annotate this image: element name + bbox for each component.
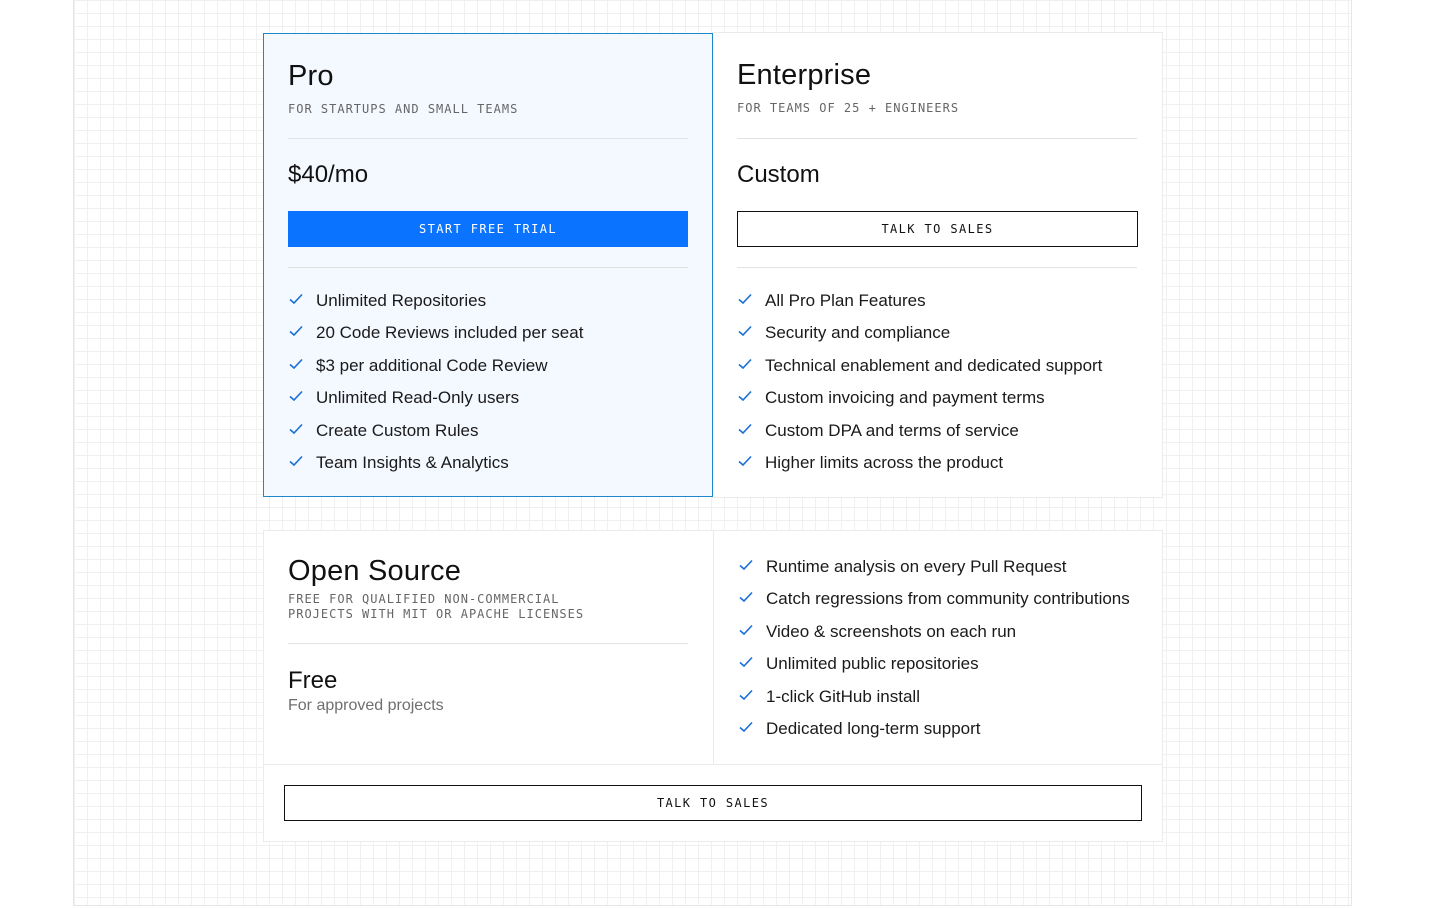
- feature-label: Unlimited Read-Only users: [316, 388, 520, 408]
- enterprise-plan-name: Enterprise: [737, 59, 872, 91]
- feature-item: Unlimited Read-Only users: [288, 388, 583, 420]
- check-icon: [739, 657, 753, 668]
- open-source-talk-to-sales-button[interactable]: TALK TO SALES: [284, 785, 1142, 821]
- feature-item: Unlimited public repositories: [738, 654, 1130, 686]
- feature-item: All Pro Plan Features: [737, 291, 1102, 323]
- pro-plan-card: Pro FOR STARTUPS AND SMALL TEAMS $40/mo …: [263, 33, 713, 497]
- open-source-feature-list: Runtime analysis on every Pull Request C…: [738, 557, 1130, 751]
- check-icon: [738, 293, 752, 305]
- open-source-plan-subtitle-line1: FREE FOR QUALIFIED NON-COMMERCIAL: [288, 592, 560, 606]
- feature-item: Dedicated long-term support: [738, 719, 1130, 751]
- feature-label: Security and compliance: [765, 323, 951, 343]
- feature-label: All Pro Plan Features: [765, 291, 926, 310]
- pro-plan-subtitle: FOR STARTUPS AND SMALL TEAMS: [288, 102, 519, 116]
- check-icon: [739, 689, 753, 700]
- divider: [288, 138, 688, 139]
- open-source-plan-card: Open Source FREE FOR QUALIFIED NON-COMME…: [263, 530, 1163, 842]
- divider: [288, 267, 688, 268]
- divider: [713, 531, 714, 764]
- feature-item: Video & screenshots on each run: [738, 622, 1130, 654]
- feature-item: $3 per additional Code Review: [288, 356, 583, 388]
- check-icon: [738, 423, 752, 434]
- feature-item: Unlimited Repositories: [288, 291, 583, 323]
- pro-plan-price: $40/mo: [288, 161, 369, 188]
- feature-item: Custom DPA and terms of service: [737, 421, 1102, 453]
- feature-label: Custom DPA and terms of service: [765, 420, 1019, 440]
- feature-label: Create Custom Rules: [316, 420, 479, 440]
- talk-to-sales-button[interactable]: TALK TO SALES: [737, 211, 1138, 247]
- feature-label: Runtime analysis on every Pull Request: [766, 557, 1067, 576]
- feature-item: Create Custom Rules: [288, 421, 583, 453]
- check-icon: [289, 358, 303, 369]
- divider: [288, 643, 688, 644]
- open-source-plan-subtitle-line2: PROJECTS WITH MIT OR APACHE LICENSES: [288, 607, 585, 621]
- feature-item: Higher limits across the product: [737, 453, 1102, 485]
- divider: [264, 764, 1162, 765]
- pro-feature-list: Unlimited Repositories 20 Code Reviews i…: [288, 291, 583, 485]
- feature-label: 20 Code Reviews included per seat: [316, 323, 584, 343]
- feature-label: Catch regressions from community contrib…: [766, 589, 1130, 609]
- feature-item: 1-click GitHub install: [738, 687, 1130, 719]
- feature-item: Security and compliance: [737, 323, 1102, 355]
- feature-item: Team Insights & Analytics: [288, 453, 583, 485]
- feature-label: Unlimited public repositories: [766, 654, 979, 674]
- start-free-trial-button[interactable]: START FREE TRIAL: [288, 211, 688, 247]
- enterprise-plan-card: Enterprise FOR TEAMS OF 25 + ENGINEERS C…: [712, 32, 1163, 498]
- feature-label: Higher limits across the product: [765, 452, 1004, 472]
- check-icon: [289, 423, 303, 434]
- open-source-plan-price: Free: [288, 667, 338, 694]
- feature-label: Dedicated long-term support: [766, 718, 981, 738]
- check-icon: [739, 624, 753, 635]
- check-icon: [739, 559, 753, 571]
- check-icon: [738, 326, 752, 337]
- open-source-plan-name: Open Source: [288, 555, 462, 587]
- divider: [737, 138, 1137, 139]
- feature-label: Team Insights & Analytics: [316, 452, 509, 472]
- feature-label: 1-click GitHub install: [766, 686, 920, 706]
- feature-item: Custom invoicing and payment terms: [737, 388, 1102, 420]
- enterprise-plan-subtitle: FOR TEAMS OF 25 + ENGINEERS: [737, 101, 960, 115]
- open-source-price-note: For approved projects: [288, 697, 444, 714]
- check-icon: [738, 455, 752, 467]
- check-icon: [289, 455, 303, 467]
- enterprise-plan-price: Custom: [737, 161, 820, 188]
- feature-label: Custom invoicing and payment terms: [765, 388, 1045, 408]
- feature-item: 20 Code Reviews included per seat: [288, 323, 583, 355]
- feature-label: Technical enablement and dedicated suppo…: [765, 355, 1103, 375]
- feature-label: Unlimited Repositories: [316, 291, 487, 310]
- check-icon: [739, 721, 753, 733]
- check-icon: [738, 391, 752, 402]
- pro-plan-name: Pro: [288, 60, 334, 92]
- enterprise-feature-list: All Pro Plan Features Security and compl…: [737, 291, 1102, 485]
- feature-label: Video & screenshots on each run: [766, 621, 1017, 641]
- check-icon: [738, 358, 752, 369]
- check-icon: [739, 592, 753, 603]
- check-icon: [289, 293, 303, 305]
- feature-label: $3 per additional Code Review: [316, 355, 548, 375]
- feature-item: Runtime analysis on every Pull Request: [738, 557, 1130, 589]
- feature-item: Technical enablement and dedicated suppo…: [737, 356, 1102, 388]
- divider: [737, 267, 1137, 268]
- feature-item: Catch regressions from community contrib…: [738, 589, 1130, 621]
- check-icon: [289, 391, 303, 402]
- check-icon: [289, 326, 303, 337]
